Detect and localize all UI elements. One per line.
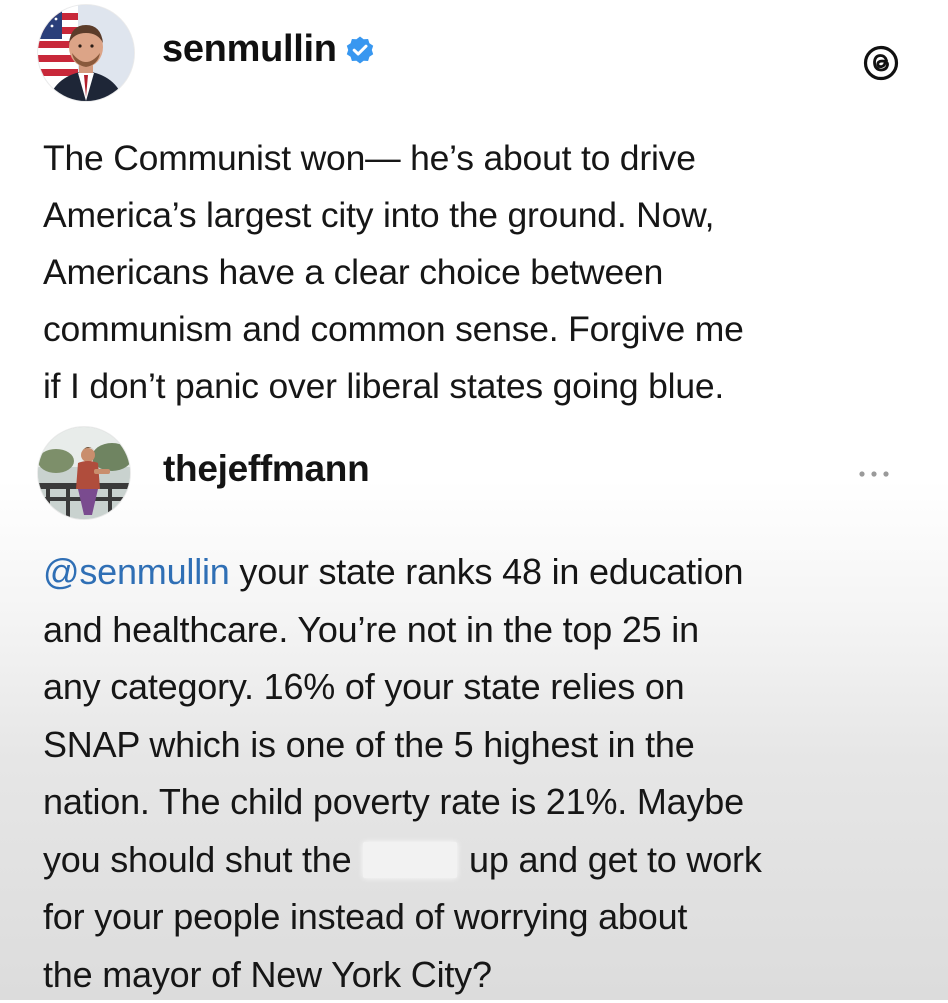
post-text-line: if I don’t panic over liberal states goi… bbox=[43, 358, 923, 415]
verified-badge-icon bbox=[345, 35, 375, 65]
mention-link[interactable]: @senmullin bbox=[43, 551, 230, 592]
avatar[interactable] bbox=[38, 427, 130, 519]
reply-text-line: nation. The child poverty rate is 21%. M… bbox=[43, 773, 923, 831]
reply-text-line: any category. 16% of your state relies o… bbox=[43, 658, 923, 716]
reply-text-line: @senmullin your state ranks 48 in educat… bbox=[43, 543, 923, 601]
reply-text-segment: your state ranks 48 in education bbox=[230, 551, 744, 592]
user-portrait-icon bbox=[38, 5, 134, 101]
reply-text-segment: you should shut the bbox=[43, 839, 361, 880]
reply-text-line: SNAP which is one of the 5 highest in th… bbox=[43, 716, 923, 774]
post-thejeffmann: thejeffmann @senmullin your state ranks … bbox=[0, 420, 948, 1000]
more-options-button[interactable] bbox=[852, 464, 896, 484]
post-text-line: Americans have a clear choice between bbox=[43, 244, 923, 301]
username[interactable]: thejeffmann bbox=[163, 448, 369, 490]
username-text: senmullin bbox=[162, 28, 337, 71]
threads-logo-button[interactable] bbox=[858, 40, 904, 86]
threads-logo-icon bbox=[861, 43, 901, 83]
reply-text-line: you should shut the up and get to work bbox=[43, 831, 923, 889]
reply-body: @senmullin your state ranks 48 in educat… bbox=[43, 543, 923, 1003]
post-text-line: America’s largest city into the ground. … bbox=[43, 187, 923, 244]
more-options-icon bbox=[854, 469, 894, 479]
avatar[interactable] bbox=[38, 5, 134, 101]
post-senmullin: senmullin The Communist won— he’s about … bbox=[0, 0, 948, 440]
reply-text-line: for your people instead of worrying abou… bbox=[43, 888, 923, 946]
reply-text-line: the mayor of New York City? bbox=[43, 946, 923, 1003]
post-text-line: communism and common sense. Forgive me bbox=[43, 301, 923, 358]
reply-text-segment: up and get to work bbox=[459, 839, 761, 880]
reply-text-line: and healthcare. You’re not in the top 25… bbox=[43, 601, 923, 659]
username[interactable]: senmullin bbox=[162, 28, 375, 71]
post-text-line: The Communist won— he’s about to drive bbox=[43, 130, 923, 187]
censor-block bbox=[363, 842, 457, 878]
post-body: The Communist won— he’s about to drive A… bbox=[43, 130, 923, 415]
user-portrait-icon bbox=[38, 427, 130, 519]
